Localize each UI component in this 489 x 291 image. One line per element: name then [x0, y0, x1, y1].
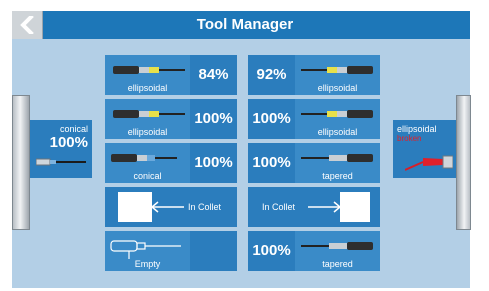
tool-slot-left-4[interactable]: In Collet — [105, 187, 237, 227]
conical-tool-icon — [36, 158, 86, 166]
tool-percent: 84% — [198, 66, 229, 83]
broken-tool-icon — [405, 155, 453, 171]
right-spindle-panel[interactable]: ellipsoidal broken — [393, 120, 456, 178]
chevron-left-icon — [20, 16, 34, 34]
tool-name: ellipsoidal — [127, 83, 168, 93]
ellipsoidal-tool-icon — [301, 110, 373, 118]
in-collet-label: In Collet — [188, 202, 222, 212]
ellipsoidal-tool-icon — [301, 66, 373, 74]
tool-name: conical — [133, 171, 162, 181]
tool-name: tapered — [322, 171, 353, 181]
tool-name: Empty — [134, 259, 161, 269]
tool-slot-left-2[interactable]: ellipsoidal 100% — [105, 99, 237, 139]
collet-block-icon — [340, 192, 370, 222]
left-spindle-panel[interactable]: conical 100% — [30, 120, 92, 178]
tool-name: tapered — [322, 259, 353, 269]
ellipsoidal-tool-icon — [113, 110, 185, 118]
ellipsoidal-tool-icon — [113, 66, 185, 74]
tool-slot-right-1[interactable]: ellipsoidal 92% — [248, 55, 380, 95]
left-spindle-tool-name: conical — [59, 124, 88, 134]
collet-block-icon — [118, 192, 152, 222]
tool-slot-right-5[interactable]: tapered 100% — [248, 231, 380, 271]
tool-slot-right-2[interactable]: ellipsoidal 100% — [248, 99, 380, 139]
tapered-tool-icon — [301, 242, 373, 250]
collet-arrow-icon — [308, 201, 340, 213]
tool-percent: 100% — [252, 242, 291, 259]
conical-tool-icon — [111, 154, 177, 162]
in-collet-label: In Collet — [262, 202, 296, 212]
right-spindle-tool-name: ellipsoidal — [397, 124, 437, 134]
tool-slot-left-1[interactable]: ellipsoidal 84% — [105, 55, 237, 95]
left-spindle-percent: 100% — [49, 134, 88, 151]
tool-slot-right-3[interactable]: tapered 100% — [248, 143, 380, 183]
tool-slot-right-4[interactable]: In Collet — [248, 187, 380, 227]
tool-percent: 100% — [252, 154, 291, 171]
tool-name: ellipsoidal — [127, 127, 168, 137]
tool-name: ellipsoidal — [317, 83, 358, 93]
tapered-tool-icon — [301, 154, 373, 162]
tool-percent: 92% — [256, 66, 287, 83]
page-title: Tool Manager — [196, 16, 294, 33]
tool-name: ellipsoidal — [317, 127, 358, 137]
back-button[interactable] — [12, 11, 43, 39]
right-spindle-status: broken — [397, 134, 422, 143]
empty-tool-outline-icon — [110, 240, 181, 259]
tool-slot-left-5[interactable]: Empty — [105, 231, 237, 271]
tool-percent: 100% — [194, 154, 233, 171]
tool-percent: 100% — [252, 110, 291, 127]
tool-slot-left-3[interactable]: conical 100% — [105, 143, 237, 183]
left-spindle — [12, 95, 30, 230]
right-spindle — [456, 95, 471, 230]
collet-arrow-icon — [152, 201, 184, 213]
tool-percent: 100% — [194, 110, 233, 127]
